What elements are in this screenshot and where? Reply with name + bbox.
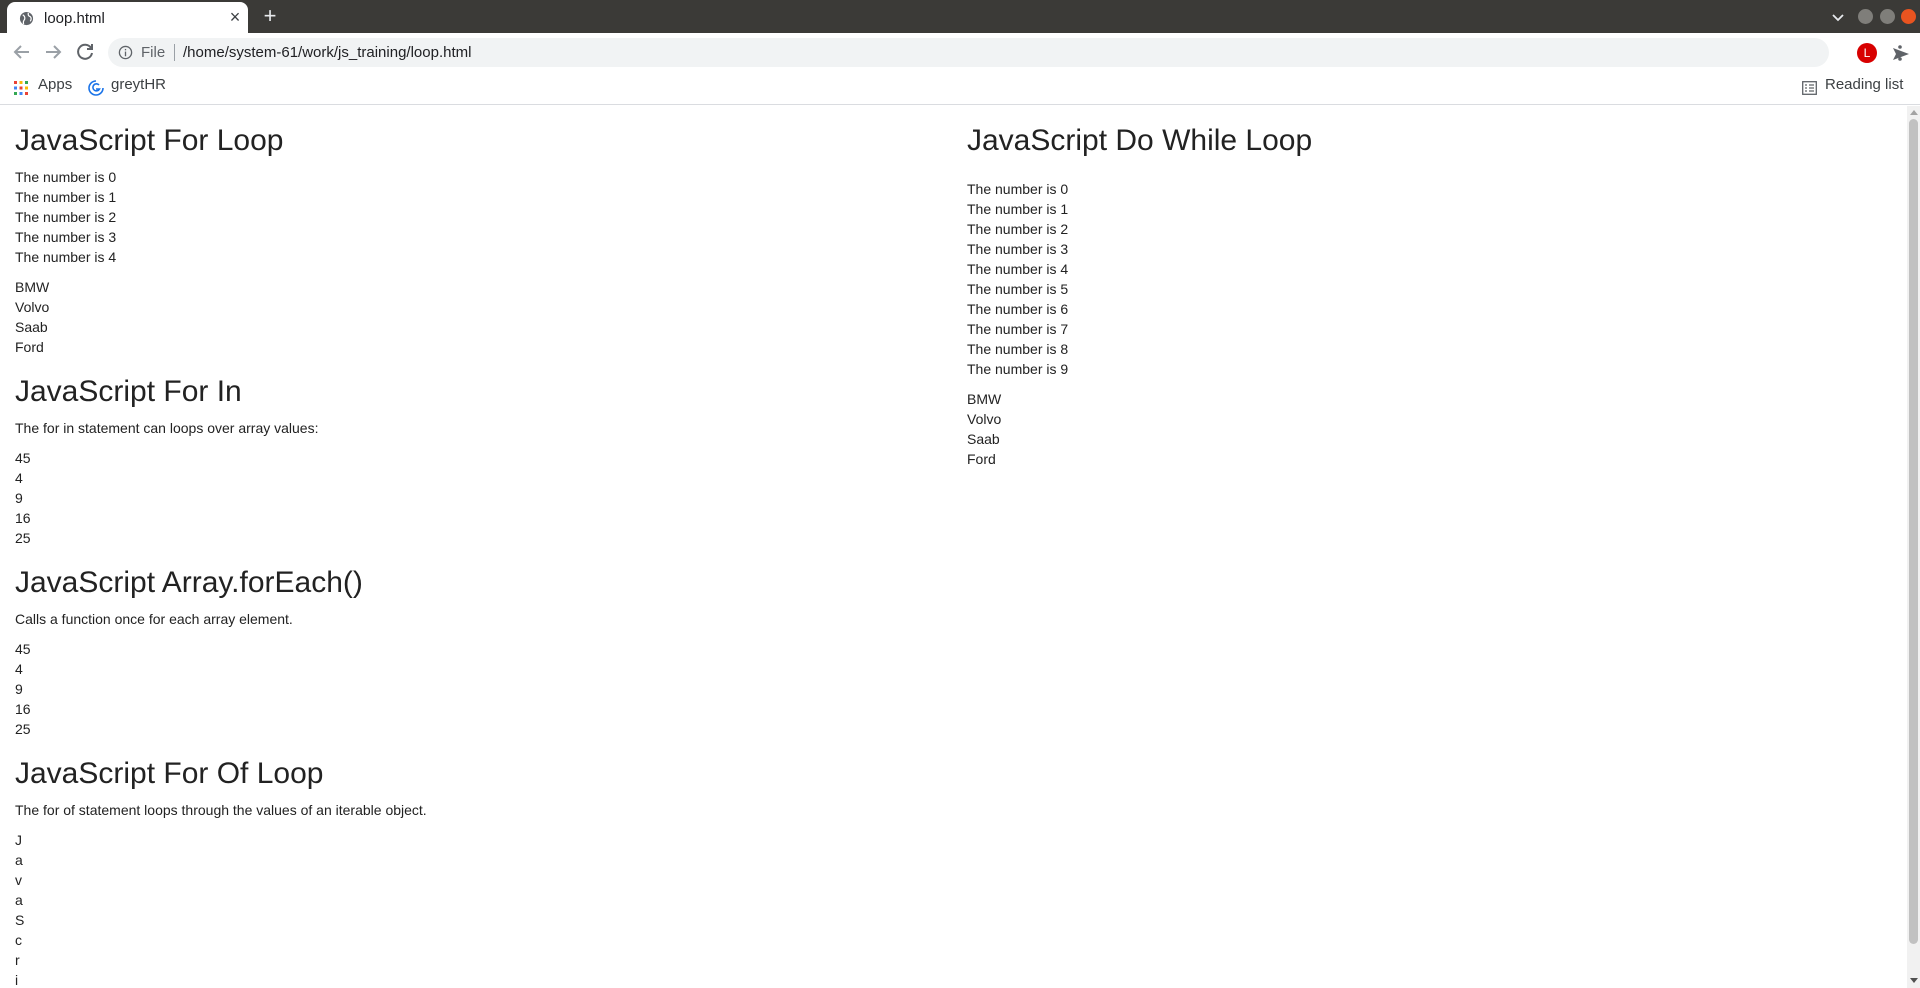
for-loop-heading: JavaScript For Loop [15,124,284,157]
list-item: 25 [15,530,31,546]
reading-list-icon[interactable] [1802,81,1817,95]
do-while-heading: JavaScript Do While Loop [967,124,1313,157]
list-item: The number is 7 [967,321,1069,337]
list-item: a [15,892,23,908]
list-item: 45 [15,641,31,657]
list-item: r [15,952,20,968]
close-window-button[interactable] [1901,9,1916,24]
for-of-output: J a v a S c r i [15,830,955,988]
maximize-window-button[interactable] [1880,9,1895,24]
back-icon[interactable] [10,40,34,64]
list-item: The number is 5 [967,281,1069,297]
for-loop-output: The number is 0 The number is 1 The numb… [15,167,955,267]
list-item: 9 [15,490,23,506]
forward-icon[interactable] [41,40,65,64]
list-item: 16 [15,510,31,526]
list-item: The number is 8 [967,341,1069,357]
list-item: The number is 1 [967,201,1069,217]
new-tab-button[interactable]: + [258,5,282,29]
for-of-heading: JavaScript For Of Loop [15,757,324,790]
list-item: Volvo [15,299,50,315]
tab-title: loop.html [44,10,105,27]
kebab-menu-icon[interactable] [1892,43,1908,63]
list-item: Ford [15,339,44,355]
list-item: The number is 0 [15,169,117,185]
list-item: Volvo [967,411,1002,427]
list-item: The number is 3 [967,241,1069,257]
list-item: J [15,832,22,848]
list-item: 25 [15,721,31,737]
for-in-description: The for in statement can loops over arra… [15,420,319,436]
reading-list-button[interactable]: Reading list [1825,76,1903,96]
list-item: a [15,852,23,868]
browser-tab[interactable]: loop.html × [7,2,248,33]
list-item: Saab [15,319,48,335]
tab-strip: loop.html × + [0,0,1920,33]
list-item: c [15,932,22,948]
apps-bookmark[interactable]: Apps [38,76,72,96]
list-item: The number is 2 [15,209,117,225]
list-item: The number is 4 [967,261,1069,277]
close-tab-icon[interactable]: × [225,7,245,27]
list-item: S [15,912,25,928]
greythr-bookmark[interactable]: greytHR [111,76,166,96]
scroll-down-arrow-icon[interactable] [1910,978,1918,983]
list-item: v [15,872,22,888]
profile-avatar[interactable]: L [1857,43,1877,63]
do-while-output: The number is 0 The number is 1 The numb… [967,179,1897,379]
list-item: Ford [967,451,996,467]
list-item: 16 [15,701,31,717]
url-text[interactable]: /home/system-61/work/js_training/loop.ht… [183,44,471,61]
page-scrollbar[interactable] [1907,106,1920,988]
apps-grid-icon[interactable] [14,81,28,95]
list-item: Saab [967,431,1000,447]
list-item: The number is 6 [967,301,1069,317]
minimize-window-button[interactable] [1858,9,1873,24]
list-item: The number is 9 [967,361,1069,377]
list-item: The number is 3 [15,229,117,245]
globe-icon [19,11,34,26]
list-item: BMW [15,279,50,295]
for-each-description: Calls a function once for each array ele… [15,611,293,627]
left-column: JavaScript For Loop The number is 0 The … [15,106,955,988]
for-each-heading: JavaScript Array.forEach() [15,566,363,599]
browser-toolbar: File /home/system-61/work/js_training/lo… [0,33,1920,72]
bookmarks-bar: Apps greytHR Reading list [0,72,1920,105]
file-scheme-label: File [141,44,166,61]
tab-search-icon[interactable] [1828,8,1848,26]
info-icon[interactable] [118,45,133,60]
address-separator [174,44,175,61]
page-content: JavaScript For Loop The number is 0 The … [0,106,1907,988]
list-item: 4 [15,470,23,486]
list-item: The number is 1 [15,189,117,205]
right-column: JavaScript Do While Loop The number is 0… [967,106,1897,479]
list-item: The number is 2 [967,221,1069,237]
list-item: The number is 0 [967,181,1069,197]
list-item: 4 [15,661,23,677]
list-item: The number is 4 [15,249,117,265]
list-item: i [15,972,19,988]
scrollbar-thumb[interactable] [1909,119,1918,944]
greythr-icon[interactable] [88,80,104,96]
for-each-output: 45 4 9 16 25 [15,639,955,739]
do-while-cars: BMW Volvo Saab Ford [967,389,1897,469]
reload-icon[interactable] [73,40,97,64]
address-bar[interactable]: File /home/system-61/work/js_training/lo… [108,38,1909,67]
list-item: BMW [967,391,1002,407]
for-loop-cars: BMW Volvo Saab Ford [15,277,955,357]
scroll-up-arrow-icon[interactable] [1910,110,1918,115]
for-of-description: The for of statement loops through the v… [15,802,427,818]
list-item: 9 [15,681,23,697]
for-in-output: 45 4 9 16 25 [15,448,955,548]
for-in-heading: JavaScript For In [15,375,242,408]
list-item: 45 [15,450,31,466]
